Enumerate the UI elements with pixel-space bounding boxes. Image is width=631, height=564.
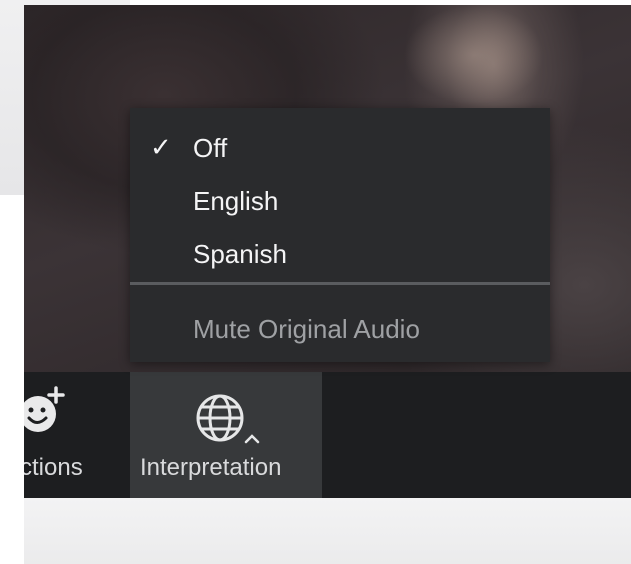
reactions-label: ctions: [24, 454, 83, 481]
menu-item-english[interactable]: English: [130, 175, 550, 223]
menu-item-label: Spanish: [193, 239, 287, 269]
menu-divider: [130, 282, 550, 285]
page-background-bottom: [24, 498, 631, 564]
menu-item-spanish[interactable]: Spanish: [130, 228, 550, 276]
reactions-button[interactable]: ctions: [24, 372, 104, 498]
menu-item-off[interactable]: ✓ Off: [130, 122, 550, 170]
interpretation-language-menu: ✓ Off English Spanish Mute Original Audi…: [130, 108, 550, 362]
interpretation-label: Interpretation: [140, 454, 282, 481]
checkmark-icon: ✓: [150, 132, 172, 162]
menu-item-label: Off: [193, 133, 228, 163]
caret-up-icon[interactable]: [244, 432, 260, 444]
meeting-toolbar: ctions Interpretation: [24, 372, 631, 498]
menu-item-label: English: [193, 186, 279, 216]
smiley-plus-icon: [24, 386, 65, 432]
menu-item-mute-original-audio[interactable]: Mute Original Audio: [130, 303, 550, 351]
globe-icon: [196, 394, 244, 442]
menu-item-label: Mute Original Audio: [193, 314, 420, 344]
interpretation-button[interactable]: Interpretation: [130, 372, 322, 498]
